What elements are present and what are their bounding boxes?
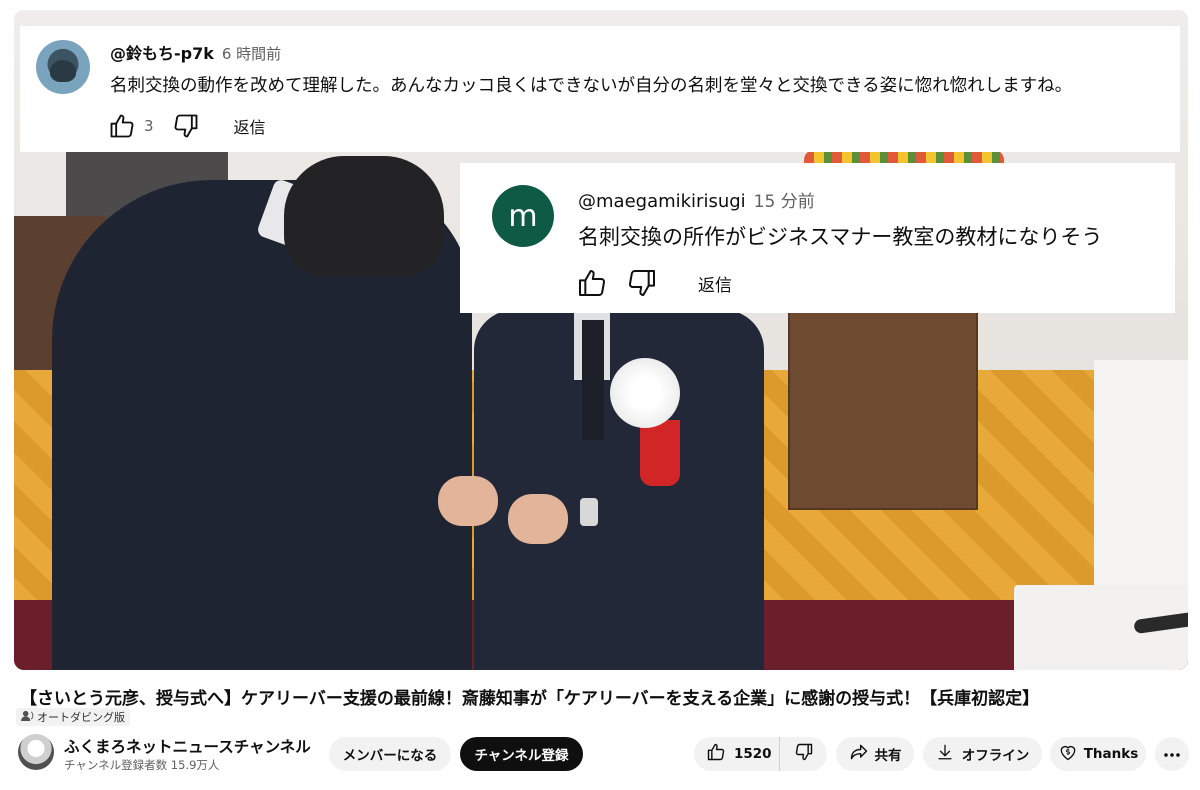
comment-actions: 3 返信 — [108, 112, 266, 140]
thumbs-down-icon[interactable] — [172, 112, 200, 140]
comment-card: @鈴もち-p7k 6 時間前 名刺交換の動作を改めて理解した。あんなカッコ良くは… — [20, 26, 1180, 152]
person-left-head — [284, 156, 444, 276]
channel-avatar[interactable] — [18, 734, 54, 770]
auto-dub-badge: オートダビング版 — [16, 708, 130, 726]
thanks-label: Thanks — [1083, 746, 1139, 762]
like-button[interactable]: 1520 — [694, 737, 780, 771]
avatar[interactable]: m — [492, 185, 554, 247]
more-actions-button[interactable] — [1155, 737, 1189, 771]
like-count: 3 — [144, 117, 154, 135]
comment-username[interactable]: @鈴もち-p7k — [110, 40, 214, 64]
hand — [438, 476, 498, 526]
like-dislike-group: 1520 — [694, 737, 827, 771]
thumbs-up-icon[interactable] — [108, 112, 136, 140]
thumbs-up-icon[interactable] — [576, 267, 608, 299]
comment-timestamp[interactable]: 15 分前 — [754, 187, 815, 212]
share-label: 共有 — [874, 748, 902, 764]
dislike-button[interactable] — [780, 737, 827, 771]
offline-label: オフライン — [961, 748, 1030, 764]
comment-header: @maegamikirisugi 15 分前 — [578, 187, 815, 212]
more-icon — [1163, 746, 1181, 762]
subscribe-button[interactable]: チャンネル登録 — [460, 737, 583, 771]
comment-text: 名刺交換の動作を改めて理解した。あんなカッコ良くはできないが自分の名刺を堂々と交… — [110, 76, 1073, 96]
comment-timestamp[interactable]: 6 時間前 — [222, 43, 281, 64]
offline-button[interactable]: オフライン — [923, 737, 1042, 771]
hand — [508, 494, 568, 544]
reply-button[interactable]: 返信 — [698, 271, 732, 296]
youtube-watch-page: @鈴もち-p7k 6 時間前 名刺交換の動作を改めて理解した。あんなカッコ良くは… — [0, 0, 1200, 790]
download-icon — [936, 743, 954, 765]
dub-icon — [21, 710, 34, 724]
comment-actions: 返信 — [576, 267, 732, 299]
person-right — [474, 310, 764, 670]
rosette — [610, 358, 680, 428]
avatar[interactable] — [36, 40, 90, 94]
thanks-icon — [1058, 742, 1078, 766]
join-member-button[interactable]: メンバーになる — [329, 737, 451, 771]
comment-username[interactable]: @maegamikirisugi — [578, 191, 746, 212]
channel-name[interactable]: ふくまろネットニュースチャンネル — [64, 735, 311, 757]
share-icon — [849, 742, 869, 766]
share-button[interactable]: 共有 — [836, 737, 914, 771]
thumbs-up-icon — [706, 742, 726, 766]
thumbs-down-icon[interactable] — [626, 267, 658, 299]
comment-header: @鈴もち-p7k 6 時間前 — [110, 40, 281, 64]
comment-text: 名刺交換の所作がビジネスマナー教室の教材になりそう — [578, 225, 1103, 249]
wristwatch — [580, 498, 598, 526]
like-count: 1520 — [734, 746, 772, 762]
video-title: 【さいとう元彦、授与式へ】ケアリーバー支援の最前線！斎藤知事が「ケアリーバーを支… — [20, 689, 1040, 709]
thumbs-down-icon — [794, 742, 814, 766]
badge-label: オートダビング版 — [37, 711, 125, 724]
podium — [788, 310, 978, 510]
comment-card: m @maegamikirisugi 15 分前 名刺交換の所作がビジネスマナー… — [460, 163, 1175, 313]
tie — [582, 320, 604, 440]
table-cloth — [1094, 360, 1188, 590]
subscriber-count: チャンネル登録者数 15.9万人 — [64, 758, 220, 772]
reply-button[interactable]: 返信 — [234, 114, 266, 138]
thanks-button[interactable]: Thanks — [1050, 737, 1146, 771]
ribbon — [640, 420, 680, 486]
